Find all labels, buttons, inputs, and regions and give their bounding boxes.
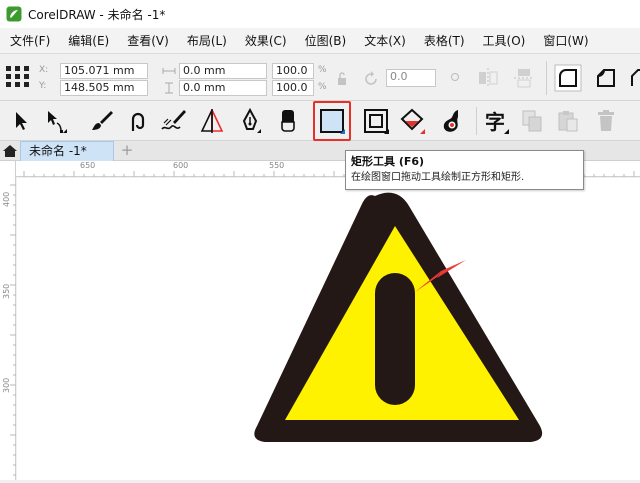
- fill-bucket-icon: [400, 108, 425, 134]
- object-origin-icon[interactable]: [5, 65, 31, 89]
- rectangle-tool[interactable]: [313, 101, 351, 141]
- x-label: X:: [39, 65, 49, 75]
- menu-bar: 文件(F) 编辑(E) 查看(V) 布局(L) 效果(C) 位图(B) 文本(X…: [0, 28, 640, 54]
- pen-tool[interactable]: [234, 104, 266, 138]
- exclamation-bar[interactable]: [375, 273, 415, 405]
- center-dot-icon: [451, 73, 459, 81]
- scale-x-unit: %: [318, 65, 327, 75]
- calligraphy-tool[interactable]: [158, 104, 190, 138]
- interactive-fill-tool[interactable]: [396, 104, 428, 138]
- paste-tool[interactable]: [552, 104, 584, 138]
- add-tab-button[interactable]: +: [118, 143, 136, 159]
- scale-y-unit: %: [318, 82, 327, 92]
- text-tool[interactable]: 字: [480, 104, 512, 138]
- menu-bitmaps[interactable]: 位图(B): [296, 32, 356, 49]
- ruler-label-400: 400: [2, 191, 11, 207]
- text-glyph-icon: 字: [485, 110, 509, 134]
- warning-sign-drawing: [254, 192, 543, 442]
- height-icon: [165, 82, 173, 94]
- menu-window[interactable]: 窗口(W): [534, 32, 597, 49]
- pen-nib-icon: [242, 107, 261, 133]
- mirror-vertical-icon[interactable]: [512, 66, 536, 90]
- trash-icon: [598, 110, 614, 131]
- ruler-label-350: 350: [2, 283, 11, 299]
- rotation-field[interactable]: 0.0: [386, 69, 436, 87]
- copy-doc-icon: [522, 110, 542, 132]
- rectangle-tool-tooltip: 矩形工具 (F6) 在绘图窗口拖动工具绘制正方形和矩形.: [345, 150, 584, 190]
- menu-view[interactable]: 查看(V): [118, 32, 178, 49]
- artistic-media-tool[interactable]: [86, 104, 118, 138]
- copy-properties-tool[interactable]: [516, 104, 548, 138]
- x-position-field[interactable]: 105.071 mm: [60, 63, 148, 79]
- scale-y-field[interactable]: 100.0: [272, 80, 314, 96]
- lock-ratio-icon[interactable]: [336, 72, 348, 86]
- menu-effects[interactable]: 效果(C): [236, 32, 296, 49]
- ruler-label-600: 600: [173, 161, 189, 170]
- ruler-label-550: 550: [269, 161, 285, 170]
- menu-file[interactable]: 文件(F): [0, 32, 59, 49]
- calligraphy-pen-icon: [161, 110, 186, 130]
- tooltip-title: 矩形工具 (F6): [351, 155, 425, 168]
- menu-edit[interactable]: 编辑(E): [59, 32, 118, 49]
- home-icon[interactable]: [2, 143, 18, 159]
- menu-tools[interactable]: 工具(O): [474, 32, 535, 49]
- contour-tool[interactable]: [360, 104, 392, 138]
- brush-icon: [92, 111, 113, 130]
- eraser-tool[interactable]: [272, 104, 304, 138]
- ruler-label-650: 650: [80, 161, 96, 170]
- toolbox-separator: [476, 107, 477, 135]
- window-title: CorelDRAW - 未命名 -1*: [28, 7, 166, 22]
- round-corner-icon[interactable]: [554, 64, 582, 92]
- menu-text[interactable]: 文本(X): [355, 32, 415, 49]
- freehand-tool[interactable]: [122, 104, 154, 138]
- shape-edit-icon: [48, 111, 67, 133]
- property-bar: X: Y: 105.071 mm 148.505 mm 0.0 mm 0.0 m…: [0, 55, 640, 101]
- scalloped-corner-icon[interactable]: [592, 64, 620, 92]
- flame-icon: [443, 110, 458, 132]
- coreldraw-logo-icon: [6, 6, 22, 22]
- height-field[interactable]: 0.0 mm: [179, 80, 267, 96]
- freehand-curve-icon: [131, 112, 145, 131]
- tooltip-description: 在绘图窗口拖动工具绘制正方形和矩形.: [351, 172, 525, 183]
- smart-fill-tool[interactable]: [196, 104, 228, 138]
- document-tab[interactable]: 未命名 -1*: [20, 141, 114, 161]
- y-position-field[interactable]: 148.505 mm: [60, 80, 148, 96]
- vertical-ruler-ticks: [10, 184, 16, 476]
- width-icon: [162, 68, 176, 74]
- pick-tool[interactable]: [4, 104, 36, 138]
- eraser-icon: [281, 110, 295, 132]
- rotate-icon: [365, 71, 377, 85]
- smart-drawing-tool[interactable]: [436, 104, 468, 138]
- delete-tool[interactable]: [590, 104, 622, 138]
- chamfered-corner-icon[interactable]: [626, 64, 640, 92]
- scale-x-field[interactable]: 100.0: [272, 63, 314, 79]
- menu-layout[interactable]: 布局(L): [178, 32, 236, 49]
- ruler-label-300: 300: [2, 377, 11, 393]
- svg-text:字: 字: [485, 110, 505, 134]
- contour-icon: [364, 109, 389, 134]
- clipboard-icon: [558, 111, 578, 132]
- rectangle-icon: [320, 109, 345, 134]
- fill-triangle-icon: [200, 109, 224, 133]
- toolbar-separator: [546, 61, 547, 95]
- toolbox: 字: [0, 101, 640, 141]
- y-label: Y:: [39, 81, 47, 91]
- title-bar: CorelDRAW - 未命名 -1*: [0, 0, 640, 28]
- vertical-ruler[interactable]: 400 350 300: [0, 161, 16, 480]
- menu-table[interactable]: 表格(T): [415, 32, 474, 49]
- cursor-arrow-icon: [16, 112, 27, 130]
- drawing-canvas[interactable]: [17, 178, 640, 480]
- mirror-horizontal-icon[interactable]: [476, 66, 500, 90]
- width-field[interactable]: 0.0 mm: [179, 63, 267, 79]
- shape-tool[interactable]: [40, 104, 72, 138]
